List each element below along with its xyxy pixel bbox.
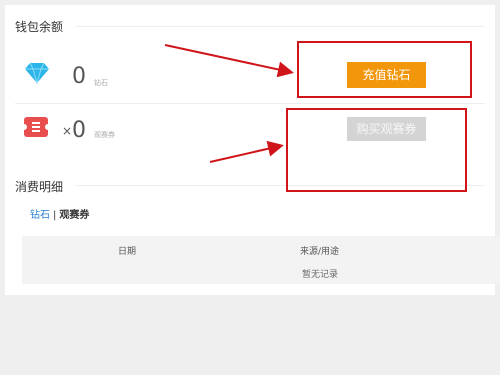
arrow-to-recharge [164, 44, 294, 78]
arrow-to-buy [209, 140, 284, 163]
annotation-arrows [164, 44, 294, 163]
